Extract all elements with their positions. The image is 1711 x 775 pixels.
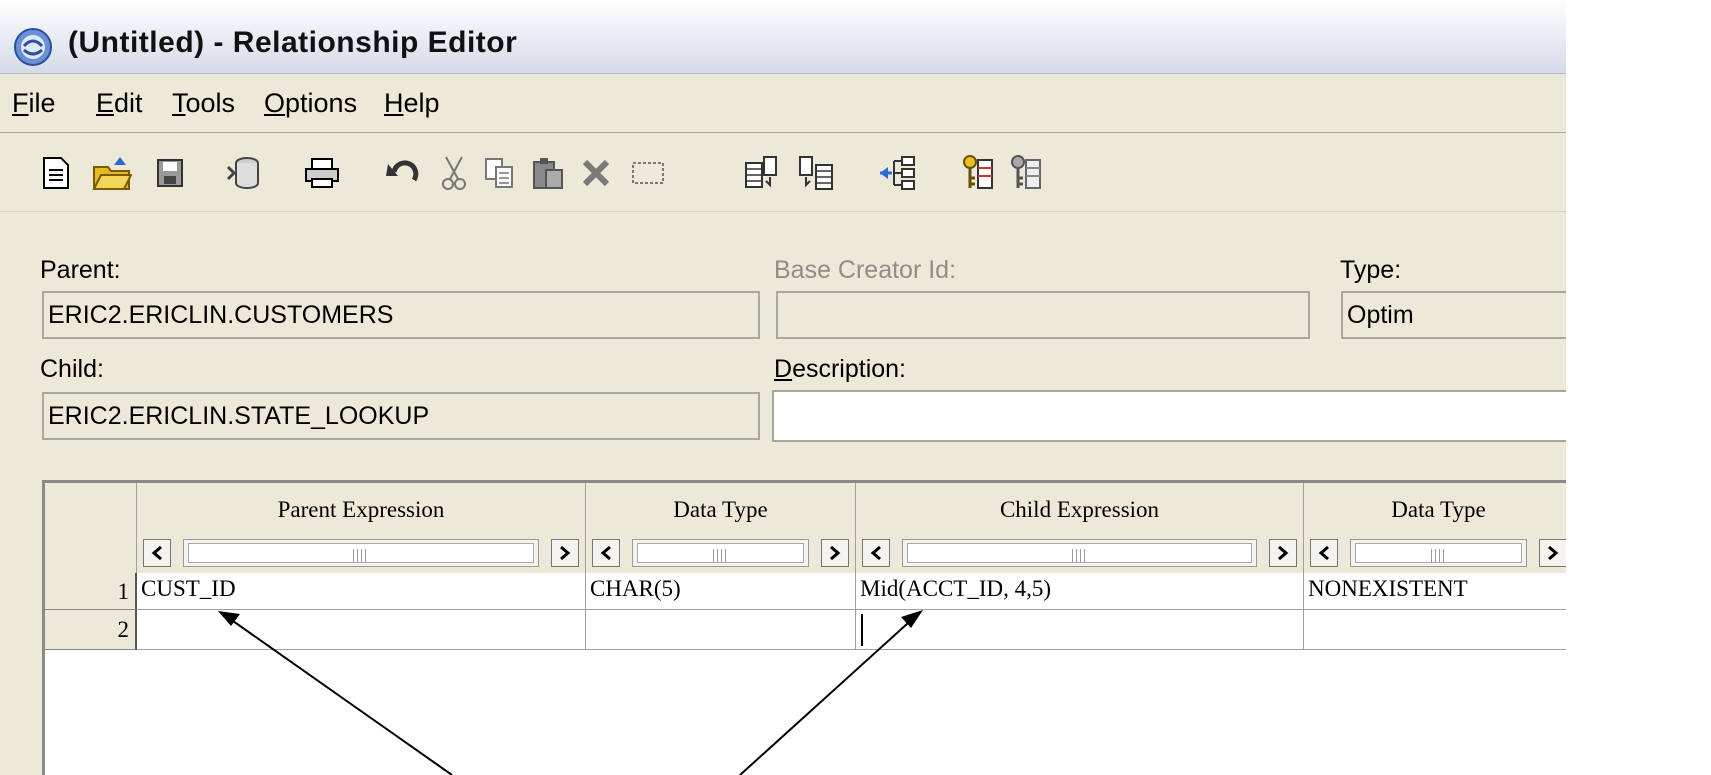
- annotation-arrows: [218, 610, 923, 775]
- relationship-editor-window: (Untitled) - Relationship Editor File Ed…: [0, 0, 1566, 775]
